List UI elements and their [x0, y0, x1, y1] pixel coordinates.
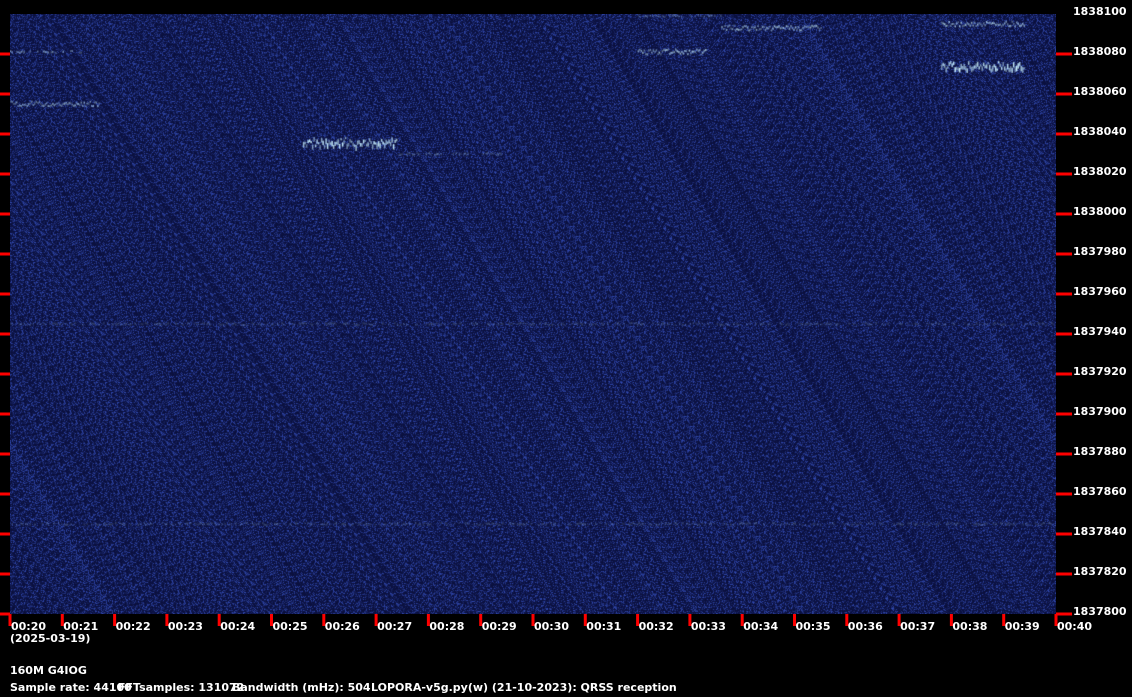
- y-tick-mark: [0, 212, 10, 216]
- y-tick-label: 1837980: [1073, 245, 1127, 258]
- y-tick-mark: [1056, 92, 1072, 96]
- y-tick-mark: [0, 532, 10, 536]
- y-tick-mark: [0, 332, 10, 336]
- y-tick-mark: [1056, 412, 1072, 416]
- y-tick-label: 1838060: [1073, 85, 1127, 98]
- x-tick-label: 00:36: [847, 620, 883, 633]
- x-tick-label: 00:39: [1004, 620, 1040, 633]
- y-tick-mark: [1056, 252, 1072, 256]
- x-tick-label: 00:27: [377, 620, 413, 633]
- y-tick-mark: [1056, 292, 1072, 296]
- x-tick-label: 00:23: [167, 620, 203, 633]
- spectrogram-plot: [10, 14, 1056, 614]
- software-label: LOPORA-v5g.py(w) (21-10-2023): QRSS rece…: [371, 681, 677, 694]
- y-tick-label: 1838100: [1073, 5, 1127, 18]
- y-tick-mark: [0, 412, 10, 416]
- x-tick-label: 00:22: [115, 620, 151, 633]
- x-tick-label: 00:38: [952, 620, 988, 633]
- x-tick-label: 00:30: [534, 620, 570, 633]
- y-tick-mark: [1056, 452, 1072, 456]
- y-tick-mark: [1056, 212, 1072, 216]
- spectrogram-canvas: [10, 14, 1056, 614]
- y-tick-mark: [1056, 172, 1072, 176]
- y-tick-label: 1837800: [1073, 605, 1127, 618]
- y-tick-label: 1837840: [1073, 525, 1127, 538]
- x-tick-label: 00:31: [586, 620, 622, 633]
- x-tick-label: 00:35: [795, 620, 831, 633]
- x-tick-label: 00:34: [743, 620, 779, 633]
- y-tick-mark: [0, 132, 10, 136]
- y-tick-label: 1837860: [1073, 485, 1127, 498]
- y-tick-mark: [0, 292, 10, 296]
- y-tick-label: 1838040: [1073, 125, 1127, 138]
- y-tick-mark: [1056, 612, 1072, 616]
- y-tick-mark: [0, 172, 10, 176]
- y-tick-mark: [0, 492, 10, 496]
- y-tick-label: 1838020: [1073, 165, 1127, 178]
- y-tick-mark: [1056, 572, 1072, 576]
- x-tick-label: 00:25: [272, 620, 308, 633]
- y-tick-label: 1838080: [1073, 45, 1127, 58]
- y-tick-mark: [1056, 132, 1072, 136]
- y-tick-mark: [0, 52, 10, 56]
- x-tick-label: 00:28: [429, 620, 465, 633]
- bandwidth-label: Bandwidth (mHz): 504: [232, 681, 371, 694]
- y-tick-label: 1837960: [1073, 285, 1127, 298]
- y-tick-mark: [0, 612, 10, 616]
- sample-rate-label: Sample rate: 44100: [10, 681, 132, 694]
- x-tick-label: 00:40: [1057, 620, 1093, 633]
- y-tick-mark: [1056, 52, 1072, 56]
- y-tick-label: 1837920: [1073, 365, 1127, 378]
- x-tick-label: 00:37: [900, 620, 936, 633]
- fft-samples-label: FFTsamples: 131072: [118, 681, 245, 694]
- station-label: 160M G4IOG: [10, 664, 87, 677]
- y-tick-mark: [0, 452, 10, 456]
- date-label: (2025-03-19): [10, 632, 91, 645]
- y-tick-mark: [1056, 372, 1072, 376]
- x-tick-label: 00:33: [690, 620, 726, 633]
- x-tick-label: 00:29: [481, 620, 517, 633]
- y-tick-mark: [1056, 332, 1072, 336]
- y-tick-label: 1837900: [1073, 405, 1127, 418]
- y-tick-mark: [0, 372, 10, 376]
- y-tick-label: 1837940: [1073, 325, 1127, 338]
- y-tick-mark: [1056, 492, 1072, 496]
- y-tick-label: 1837820: [1073, 565, 1127, 578]
- y-tick-label: 1838000: [1073, 205, 1127, 218]
- y-tick-mark: [1056, 532, 1072, 536]
- x-tick-label: 00:26: [324, 620, 360, 633]
- x-tick-label: 00:24: [220, 620, 256, 633]
- y-tick-mark: [0, 252, 10, 256]
- x-tick-label: 00:32: [638, 620, 674, 633]
- y-tick-mark: [0, 572, 10, 576]
- y-tick-mark: [0, 92, 10, 96]
- y-tick-label: 1837880: [1073, 445, 1127, 458]
